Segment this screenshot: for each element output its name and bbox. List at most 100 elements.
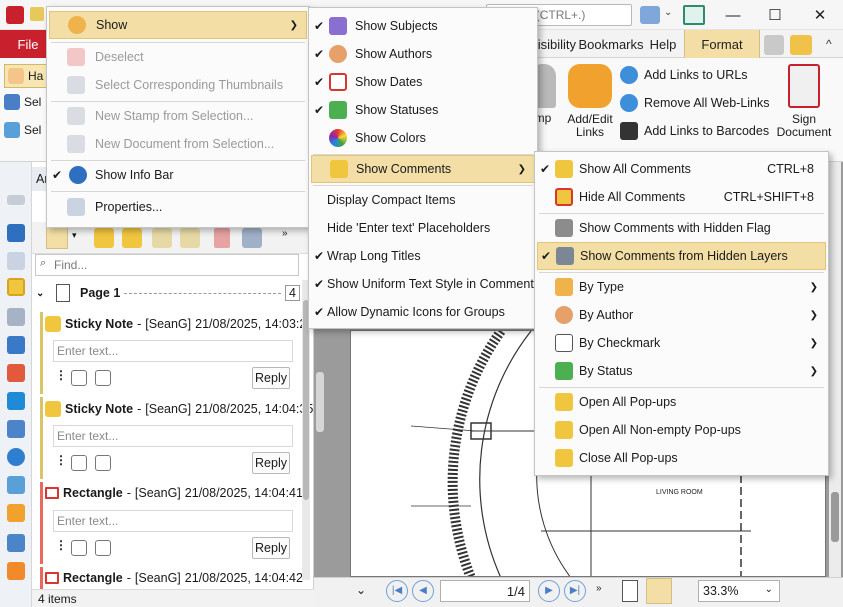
- comment-text-input[interactable]: Enter text...: [53, 425, 293, 447]
- tab-help[interactable]: Help: [646, 30, 680, 58]
- comment-item[interactable]: Sticky Note - [SeanG] 21/08/2025, 14:04:…: [40, 397, 313, 479]
- menu-item-open-nonempty-popups[interactable]: Open All Non-empty Pop-ups: [537, 416, 826, 444]
- menu-item-hidden-flag[interactable]: Show Comments with Hidden Flag: [537, 214, 826, 242]
- menu-item-by-author[interactable]: By Author ❯: [537, 301, 826, 329]
- menu-item-show-info-bar[interactable]: ✔ Show Info Bar: [49, 161, 307, 189]
- menu-item-show-comments[interactable]: Show Comments ❯: [311, 155, 535, 183]
- menu-item-show-statuses[interactable]: ✔ Show Statuses: [311, 96, 535, 124]
- add-edit-links-button[interactable]: Add/Edit Links: [562, 64, 618, 139]
- previous-page-button[interactable]: ◀: [412, 580, 434, 602]
- collapse-chevron-icon[interactable]: ⌄: [36, 288, 52, 299]
- comments-panel-icon[interactable]: [7, 278, 25, 296]
- tab-format[interactable]: Format: [684, 30, 760, 58]
- checkmark-checkbox[interactable]: [71, 540, 87, 556]
- remove-web-links-button[interactable]: Remove All Web-Links: [620, 90, 770, 116]
- document-properties-icon[interactable]: [7, 336, 25, 354]
- menu-item-by-type[interactable]: By Type ❯: [537, 273, 826, 301]
- comment-text-input[interactable]: Enter text...: [53, 340, 293, 362]
- menu-item-open-all-popups[interactable]: Open All Pop-ups: [537, 388, 826, 416]
- find-comments-input[interactable]: ⌕ Find...: [35, 254, 299, 276]
- structure-icon[interactable]: [7, 476, 25, 494]
- menu-item-show-subjects[interactable]: ✔ Show Subjects: [311, 12, 535, 40]
- doc-scroll-thumb[interactable]: [831, 492, 839, 542]
- sign-document-button[interactable]: Sign Document: [774, 64, 834, 139]
- lock-icon[interactable]: [95, 455, 111, 471]
- folder-settings-icon[interactable]: [790, 35, 812, 55]
- filter-comments-icon[interactable]: [242, 228, 262, 248]
- collapse-ribbon-icon[interactable]: ^: [826, 37, 832, 51]
- first-page-button[interactable]: |◀: [386, 580, 408, 602]
- ribbon-options-icon[interactable]: [764, 35, 784, 55]
- fullscreen-icon[interactable]: [683, 5, 705, 25]
- add-comment-icon[interactable]: [94, 228, 114, 248]
- maximize-button[interactable]: ☐: [752, 0, 798, 30]
- hand-tool-button[interactable]: Ha: [4, 64, 48, 88]
- single-page-view-icon[interactable]: [622, 580, 638, 602]
- menu-item-show[interactable]: Show ❯: [49, 11, 307, 39]
- more-menu-icon[interactable]: ⋮: [55, 453, 67, 467]
- menu-item-hide-placeholders[interactable]: Hide 'Enter text' Placeholders: [311, 214, 535, 242]
- close-button[interactable]: ✕: [797, 0, 843, 30]
- page-group-header[interactable]: ⌄ Page 1 4: [36, 282, 300, 304]
- more-options-icon[interactable]: »: [596, 583, 602, 594]
- lock-icon[interactable]: [95, 370, 111, 386]
- comment-item[interactable]: Rectangle - [SeanG] 21/08/2025, 14:04:41…: [40, 482, 303, 564]
- menu-item-wrap-long-titles[interactable]: ✔ Wrap Long Titles: [311, 242, 535, 270]
- bookmark-icon[interactable]: [7, 224, 25, 242]
- menu-item-deselect[interactable]: Deselect: [49, 43, 307, 71]
- form-fields-icon[interactable]: [7, 364, 25, 382]
- menu-item-select-thumbnails[interactable]: Select Corresponding Thumbnails: [49, 71, 307, 99]
- more-options-icon[interactable]: »: [282, 228, 288, 239]
- quick-launch-settings-icon[interactable]: [640, 6, 660, 24]
- menu-item-new-document[interactable]: New Document from Selection...: [49, 130, 307, 158]
- menu-item-dynamic-icons[interactable]: ✔ Allow Dynamic Icons for Groups: [311, 298, 535, 326]
- more-menu-icon[interactable]: ⋮: [55, 368, 67, 382]
- delete-comment-icon[interactable]: [214, 228, 230, 248]
- pages-icon[interactable]: [7, 252, 25, 270]
- add-links-to-barcodes-button[interactable]: Add Links to Barcodes: [620, 118, 769, 144]
- comment-options-icon[interactable]: [46, 227, 68, 249]
- save-icon[interactable]: [30, 7, 44, 21]
- destinations-icon[interactable]: [7, 448, 25, 466]
- add-links-to-urls-button[interactable]: Add Links to URLs: [620, 62, 748, 88]
- add-reply-icon[interactable]: [122, 228, 142, 248]
- next-comment-icon[interactable]: [180, 228, 200, 248]
- attachment-icon[interactable]: [7, 308, 25, 326]
- page-number-input[interactable]: 1/4: [440, 580, 530, 602]
- select-text-button[interactable]: Sel: [4, 94, 41, 110]
- chevron-down-icon[interactable]: ⌄: [664, 7, 672, 18]
- reply-button[interactable]: Reply: [252, 367, 290, 389]
- comment-item[interactable]: Rectangle - [SeanG] 21/08/2025, 14:04:42: [40, 567, 303, 589]
- tab-bookmarks[interactable]: Bookmarks: [578, 30, 644, 58]
- comment-text-input[interactable]: Enter text...: [53, 510, 293, 532]
- layers-icon[interactable]: [7, 392, 25, 410]
- measurements-icon[interactable]: [7, 562, 25, 580]
- pane-splitter-handle[interactable]: [316, 372, 324, 432]
- lock-icon[interactable]: [95, 540, 111, 556]
- fit-page-view-icon[interactable]: [646, 578, 672, 604]
- menu-item-properties[interactable]: Properties...: [49, 193, 307, 221]
- menu-item-show-all-comments[interactable]: ✔ Show All Comments CTRL+8: [537, 155, 826, 183]
- checkmark-checkbox[interactable]: [71, 370, 87, 386]
- menu-item-by-status[interactable]: By Status ❯: [537, 357, 826, 385]
- menu-item-show-colors[interactable]: Show Colors: [311, 124, 535, 152]
- zoom-select[interactable]: 33.3% ⌄: [698, 580, 780, 602]
- content-icon[interactable]: [7, 420, 25, 438]
- reply-button[interactable]: Reply: [252, 452, 290, 474]
- menu-item-display-compact[interactable]: Display Compact Items: [311, 186, 535, 214]
- menu-item-new-stamp[interactable]: New Stamp from Selection...: [49, 102, 307, 130]
- minimize-button[interactable]: —: [710, 0, 756, 30]
- more-options-icon[interactable]: ⌄: [356, 583, 366, 597]
- last-page-button[interactable]: ▶|: [564, 580, 586, 602]
- menu-item-hide-all-comments[interactable]: Hide All Comments CTRL+SHIFT+8: [537, 183, 826, 211]
- chevron-down-icon[interactable]: ▾: [72, 230, 77, 241]
- select-object-button[interactable]: Sel: [4, 122, 41, 138]
- links-icon[interactable]: [7, 504, 25, 522]
- menu-item-close-all-popups[interactable]: Close All Pop-ups: [537, 444, 826, 472]
- menu-item-uniform-text-style[interactable]: ✔ Show Uniform Text Style in Comments: [311, 270, 540, 298]
- menu-item-show-authors[interactable]: ✔ Show Authors: [311, 40, 535, 68]
- checkmark-checkbox[interactable]: [71, 455, 87, 471]
- next-page-button[interactable]: ▶: [538, 580, 560, 602]
- comment-item[interactable]: Sticky Note - [SeanG] 21/08/2025, 14:03:…: [40, 312, 313, 394]
- doc-scrollbar[interactable]: [829, 162, 841, 577]
